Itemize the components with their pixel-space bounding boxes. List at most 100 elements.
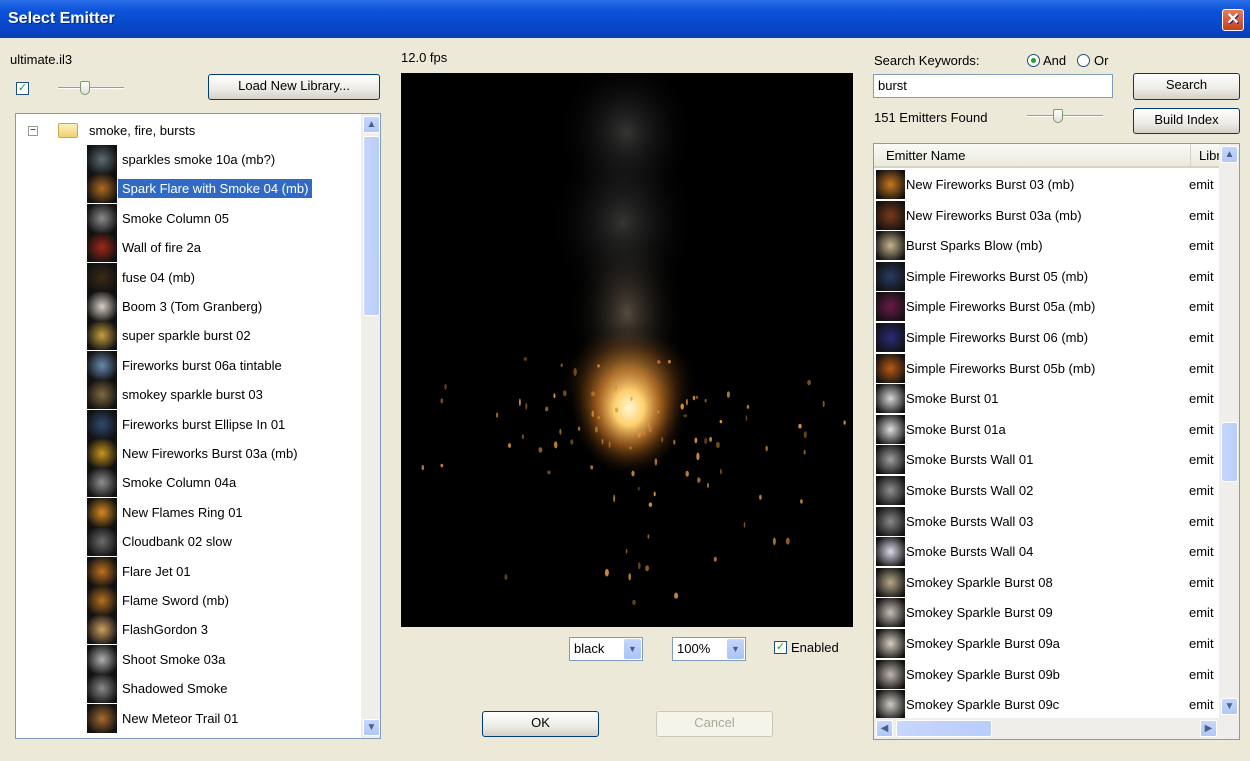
enabled-checkbox[interactable]: ✓ — [774, 641, 787, 654]
result-library: emit — [1189, 391, 1214, 407]
result-row[interactable]: Smokey Sparkle Burst 09c emit — [874, 689, 1219, 720]
scrollbar-thumb[interactable] — [1221, 422, 1238, 482]
emitter-thumbnail — [87, 233, 117, 263]
spark-particle — [645, 565, 649, 572]
emitter-thumbnail — [87, 380, 117, 410]
library-tree[interactable]: − smoke, fire, bursts sparkles smoke 10a… — [15, 113, 381, 739]
results-list[interactable]: Emitter Name Libr New Fireworks Burst 03… — [873, 143, 1240, 740]
tree-item[interactable]: Boom 3 (Tom Granberg) — [87, 292, 266, 321]
zoom-select[interactable]: 100% ▼ — [672, 637, 746, 661]
spark-particle — [440, 463, 444, 468]
result-library: emit — [1189, 605, 1214, 621]
tree-item[interactable]: Fireworks burst Ellipse In 01 — [87, 409, 289, 439]
spark-particle — [696, 452, 700, 461]
result-row[interactable]: Smoke Bursts Wall 02 emit — [874, 475, 1219, 506]
search-button[interactable]: Search — [1133, 73, 1240, 100]
scrollbar-thumb[interactable] — [363, 136, 380, 316]
cancel-button[interactable]: Cancel — [656, 711, 773, 737]
close-icon[interactable]: ✕ — [1222, 9, 1244, 31]
scroll-down-icon[interactable]: ▼ — [1221, 698, 1238, 715]
tree-item[interactable]: New Meteor Trail 01 — [87, 703, 242, 733]
tree-item[interactable]: sparkles smoke 10a (mb?) — [87, 145, 279, 174]
scroll-right-icon[interactable]: ▶ — [1200, 720, 1217, 737]
result-row[interactable]: Simple Fireworks Burst 05 (mb) emit — [874, 261, 1219, 292]
result-row[interactable]: Smokey Sparkle Burst 09 emit — [874, 597, 1219, 628]
tree-item[interactable]: Fireworks burst 06a tintable — [87, 350, 286, 380]
result-row[interactable]: Simple Fireworks Burst 05a (mb) emit — [874, 291, 1219, 322]
result-row[interactable]: Simple Fireworks Burst 06 (mb) emit — [874, 322, 1219, 353]
scrollbar-thumb[interactable] — [896, 720, 992, 737]
spark-particle — [504, 574, 508, 580]
tree-item[interactable]: Smoke Column 04a — [87, 468, 240, 498]
spark-particle — [603, 398, 607, 404]
tree-item[interactable]: Cloudbank 02 slow — [87, 527, 236, 557]
scroll-left-icon[interactable]: ◀ — [876, 720, 893, 737]
tree-item[interactable]: New Fireworks Burst 03a (mb) — [87, 439, 302, 468]
chevron-down-icon[interactable]: ▼ — [727, 639, 744, 659]
column-library[interactable]: Libr — [1190, 144, 1221, 168]
tree-folder[interactable]: − smoke, fire, bursts — [28, 116, 199, 145]
spark-particle — [631, 470, 635, 477]
tree-item[interactable]: Flare Jet 01 — [87, 556, 195, 586]
spark-particle — [604, 568, 609, 577]
folder-label: smoke, fire, bursts — [89, 123, 196, 138]
tree-item[interactable]: Shoot Smoke 03a — [87, 644, 229, 674]
spark-particle — [507, 443, 512, 448]
column-emitter-name[interactable]: Emitter Name — [878, 144, 965, 168]
tree-item[interactable]: FlashGordon 3 — [87, 615, 212, 645]
tree-item[interactable]: Smoke Column 05 — [87, 203, 233, 233]
result-name: Simple Fireworks Burst 05b (mb) — [906, 360, 1096, 376]
result-row[interactable]: New Fireworks Burst 03 (mb) emit — [874, 169, 1219, 200]
result-row[interactable]: Burst Sparks Blow (mb) emit — [874, 230, 1219, 261]
result-row[interactable]: Smokey Sparkle Burst 09a emit — [874, 628, 1219, 659]
scroll-down-icon[interactable]: ▼ — [363, 719, 380, 736]
result-row[interactable]: Smoke Bursts Wall 03 emit — [874, 506, 1219, 537]
result-row[interactable]: Smoke Burst 01 emit — [874, 383, 1219, 414]
tree-item-label: fuse 04 (mb) — [122, 269, 195, 285]
result-library: emit — [1189, 360, 1214, 376]
spark-particle — [591, 410, 595, 417]
result-row[interactable]: Smoke Bursts Wall 04 emit — [874, 536, 1219, 567]
library-vertical-scrollbar[interactable]: ▲ ▼ — [361, 114, 380, 738]
search-input[interactable]: burst — [873, 74, 1113, 98]
scroll-up-icon[interactable]: ▲ — [363, 116, 380, 133]
and-radio[interactable] — [1027, 54, 1040, 67]
tree-item[interactable]: fuse 04 (mb) — [87, 262, 199, 292]
ok-button[interactable]: OK — [482, 711, 599, 737]
tree-item-label: Smoke Column 04a — [122, 475, 237, 491]
tree-item[interactable]: Spark Flare with Smoke 04 (mb) — [87, 174, 313, 204]
result-row[interactable]: New Fireworks Burst 03a (mb) emit — [874, 200, 1219, 231]
emitter-thumbnail — [87, 468, 117, 498]
tree-item[interactable]: Flame Sword (mb) — [87, 586, 233, 615]
results-thumbnail-size-slider[interactable] — [1027, 108, 1103, 124]
chevron-down-icon[interactable]: ▼ — [624, 639, 641, 659]
result-row[interactable]: Smoke Bursts Wall 01 emit — [874, 444, 1219, 475]
result-row[interactable]: Smokey Sparkle Burst 08 emit — [874, 567, 1219, 598]
emitter-thumbnail — [87, 174, 117, 204]
emitter-thumbnail — [876, 476, 905, 505]
folder-icon — [58, 123, 78, 138]
build-index-button[interactable]: Build Index — [1133, 108, 1240, 134]
tree-item[interactable]: Shadowed Smoke — [87, 674, 232, 704]
result-row[interactable]: Smoke Burst 01a emit — [874, 414, 1219, 445]
slider-thumb[interactable] — [80, 81, 90, 95]
scroll-up-icon[interactable]: ▲ — [1221, 146, 1238, 163]
show-thumbnails-checkbox[interactable]: ✓ — [16, 82, 29, 95]
load-new-library-button[interactable]: Load New Library... — [208, 74, 380, 100]
spark-particle — [496, 412, 499, 418]
background-color-select[interactable]: black ▼ — [569, 637, 643, 661]
or-radio[interactable] — [1077, 54, 1090, 67]
tree-item[interactable]: smokey sparkle burst 03 — [87, 380, 267, 410]
tree-item[interactable]: Wall of fire 2a — [87, 233, 205, 263]
slider-thumb[interactable] — [1053, 109, 1063, 123]
tree-item[interactable]: New Flames Ring 01 — [87, 497, 247, 527]
collapse-icon[interactable]: − — [28, 125, 38, 136]
results-vertical-scrollbar[interactable]: ▲ ▼ — [1219, 144, 1239, 718]
library-thumbnail-size-slider[interactable] — [58, 80, 124, 96]
results-horizontal-scrollbar[interactable]: ◀ ▶ — [874, 718, 1239, 739]
emitter-thumbnail — [876, 414, 905, 444]
result-row[interactable]: Smokey Sparkle Burst 09b emit — [874, 659, 1219, 690]
tree-item[interactable]: super sparkle burst 02 — [87, 321, 255, 351]
result-row[interactable]: Simple Fireworks Burst 05b (mb) emit — [874, 353, 1219, 384]
spark-particle — [647, 534, 650, 539]
